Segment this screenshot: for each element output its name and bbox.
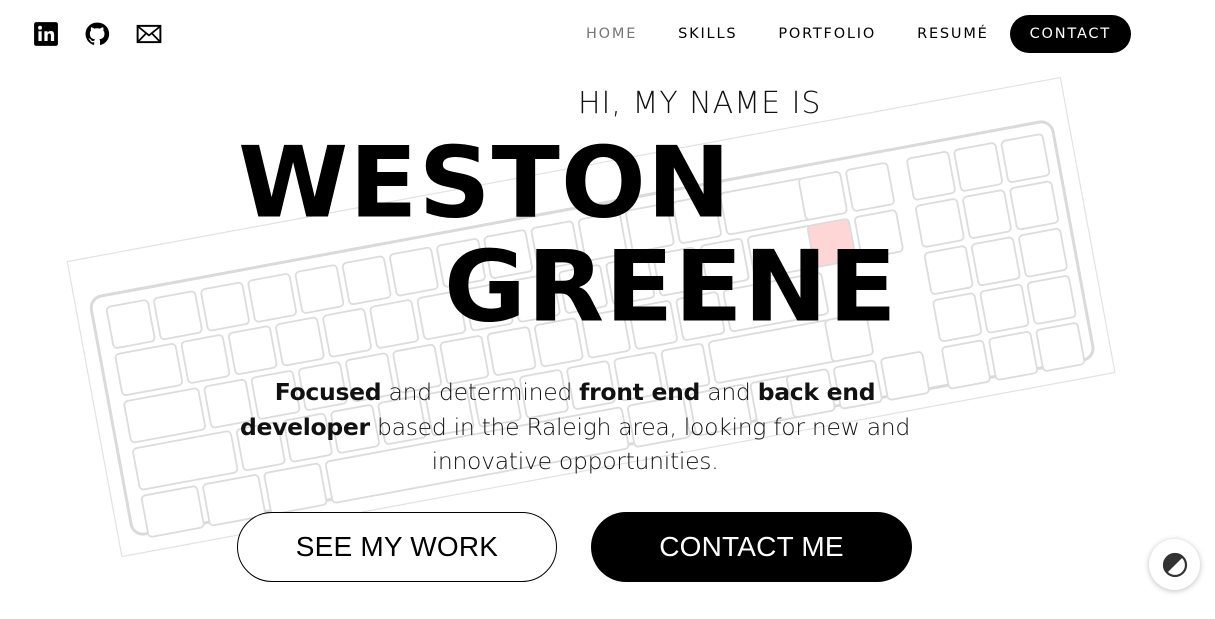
mail-icon[interactable]	[136, 21, 162, 47]
github-icon[interactable]	[84, 21, 110, 47]
keyboard-key	[180, 334, 231, 384]
keyboard-key	[247, 273, 297, 323]
keyboard-key	[1026, 275, 1077, 325]
keyboard-key	[1018, 227, 1068, 278]
keyboard-key	[140, 485, 205, 538]
keyboard-key	[845, 162, 895, 212]
nav-contact-button[interactable]: CONTACT	[1009, 15, 1131, 53]
hero-intro: Focused and determined front end and bac…	[225, 375, 925, 479]
contact-me-button[interactable]: CONTACT ME	[591, 512, 912, 582]
keyboard-key	[341, 255, 392, 306]
intro-segment: front end	[579, 378, 701, 406]
main-nav: HOME SKILLS PORTFOLIO RESUMÉ CONTACT	[545, 15, 1131, 53]
contrast-icon	[1162, 552, 1187, 577]
keyboard-key	[227, 325, 278, 375]
keyboard-key	[971, 236, 1021, 287]
intro-segment: and	[700, 378, 758, 406]
keyboard-key	[369, 299, 419, 349]
keyboard-key	[105, 299, 156, 349]
keyboard-key	[132, 430, 239, 491]
intro-segment: and determined	[381, 378, 580, 406]
keyboard-key	[1009, 180, 1059, 231]
keyboard-key	[1000, 133, 1051, 183]
keyboard-key	[915, 198, 965, 248]
keyboard-key	[923, 245, 974, 295]
keyboard-key	[962, 189, 1012, 239]
keyboard-key	[1035, 322, 1086, 372]
keyboard-key	[123, 387, 206, 444]
keyboard-key	[798, 171, 848, 221]
see-my-work-button[interactable]: SEE MY WORK	[237, 512, 557, 582]
keyboard-key	[114, 343, 184, 396]
keyboard-key	[389, 246, 439, 297]
intro-segment: based in the Raleigh area, looking for n…	[369, 412, 911, 476]
nav-home[interactable]: HOME	[586, 15, 637, 53]
keyboard-key	[275, 316, 325, 367]
keyboard-key	[153, 290, 203, 341]
hero-greeting: HI, MY NAME IS	[578, 86, 822, 121]
keyboard-key	[719, 177, 812, 236]
theme-toggle-button[interactable]	[1149, 539, 1200, 590]
keyboard-key	[932, 292, 982, 343]
keyboard-key	[322, 308, 372, 358]
intro-segment: Focused	[274, 378, 382, 406]
nav-skills[interactable]: SKILLS	[678, 15, 737, 53]
keyboard-key	[906, 151, 956, 201]
hero-last-name: GREENE	[444, 229, 898, 344]
nav-portfolio[interactable]: PORTFOLIO	[778, 15, 876, 53]
keyboard-key	[988, 331, 1038, 381]
linkedin-icon[interactable]	[33, 21, 59, 47]
hero-first-name: WESTON	[238, 125, 732, 240]
nav-resume[interactable]: RESUMÉ	[917, 15, 989, 53]
keyboard-key	[979, 283, 1030, 334]
keyboard-key	[953, 142, 1003, 192]
keyboard-key	[941, 339, 991, 390]
keyboard-key	[200, 281, 250, 332]
keyboard-key	[294, 264, 345, 314]
